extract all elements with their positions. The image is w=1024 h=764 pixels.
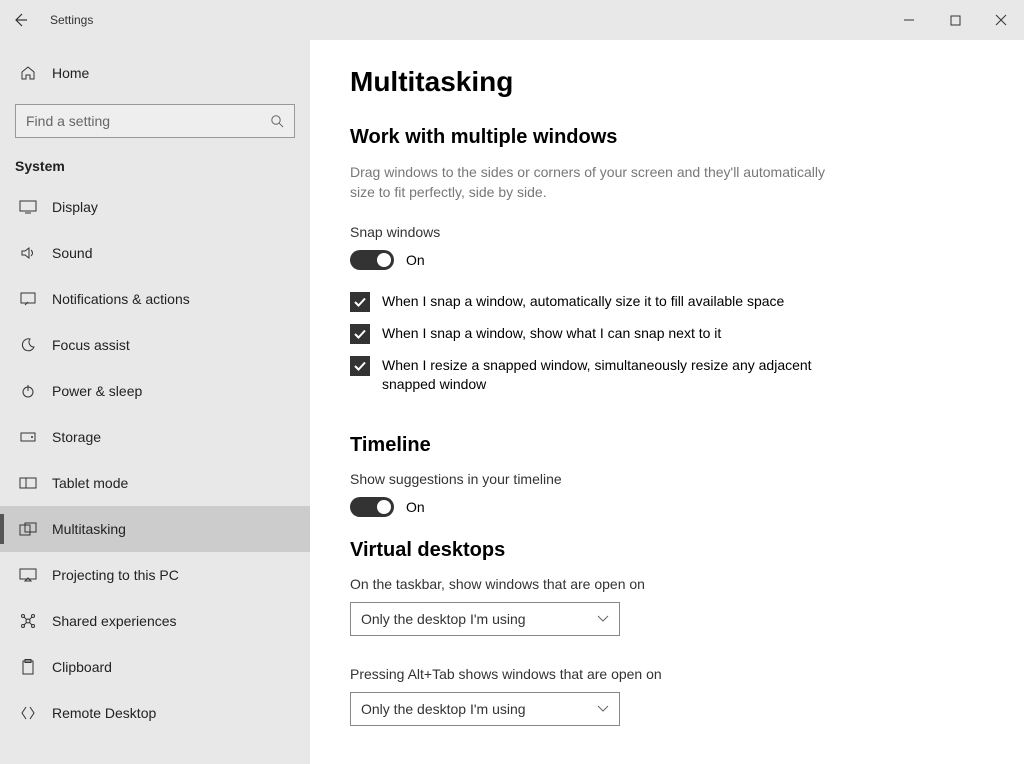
search-input-container[interactable] [15,104,295,138]
vd-alttab-select[interactable]: Only the desktop I'm using [350,692,620,726]
projecting-icon [18,568,38,582]
vd-taskbar-value: Only the desktop I'm using [361,611,526,627]
sidebar-item-label: Storage [52,429,101,445]
remote-desktop-icon [18,706,38,720]
vd-alttab-value: Only the desktop I'm using [361,701,526,717]
section-description: Drag windows to the sides or corners of … [350,163,830,202]
home-icon [18,65,38,81]
chevron-down-icon [597,615,609,623]
sidebar-item-label: Tablet mode [52,475,128,491]
search-icon [270,114,284,128]
nav-list: Display Sound Notifications & actions [0,184,310,736]
checkbox-resize-adjacent-label: When I resize a snapped window, simultan… [382,356,830,394]
sidebar-item-notifications[interactable]: Notifications & actions [0,276,310,322]
display-icon [18,200,38,214]
sidebar-item-tablet-mode[interactable]: Tablet mode [0,460,310,506]
vd-alttab-label: Pressing Alt+Tab shows windows that are … [350,666,984,682]
settings-window: Settings Home [0,0,1024,764]
close-button[interactable] [978,0,1024,40]
checkbox-show-next[interactable] [350,324,370,344]
sidebar-item-power-sleep[interactable]: Power & sleep [0,368,310,414]
window-controls [886,0,1024,40]
main-content: Multitasking Work with multiple windows … [310,40,1024,764]
sidebar-item-label: Clipboard [52,659,112,675]
sidebar-item-focus-assist[interactable]: Focus assist [0,322,310,368]
sidebar-item-label: Remote Desktop [52,705,156,721]
sidebar-item-label: Display [52,199,98,215]
sidebar-item-label: Sound [52,245,92,261]
snap-windows-state: On [406,252,425,268]
snap-windows-toggle[interactable] [350,250,394,270]
vd-taskbar-select[interactable]: Only the desktop I'm using [350,602,620,636]
maximize-button[interactable] [932,0,978,40]
checkbox-auto-size-label: When I snap a window, automatically size… [382,292,784,311]
minimize-button[interactable] [886,0,932,40]
sidebar-home-label: Home [52,65,89,81]
focus-assist-icon [18,337,38,353]
sound-icon [18,246,38,260]
section-heading-timeline: Timeline [350,434,984,457]
vd-taskbar-label: On the taskbar, show windows that are op… [350,576,984,592]
notifications-icon [18,292,38,306]
sidebar-item-label: Shared experiences [52,613,177,629]
sidebar-home[interactable]: Home [0,50,310,96]
multitasking-icon [18,522,38,536]
page-title: Multitasking [350,66,984,98]
sidebar-item-projecting[interactable]: Projecting to this PC [0,552,310,598]
sidebar-item-label: Focus assist [52,337,130,353]
sidebar-item-multitasking[interactable]: Multitasking [0,506,310,552]
sidebar-category: System [0,144,310,184]
chevron-down-icon [597,705,609,713]
shared-icon [18,613,38,629]
sidebar-item-clipboard[interactable]: Clipboard [0,644,310,690]
snap-windows-label: Snap windows [350,224,984,240]
back-button[interactable] [0,0,40,40]
sidebar-item-storage[interactable]: Storage [0,414,310,460]
sidebar-item-sound[interactable]: Sound [0,230,310,276]
checkbox-show-next-label: When I snap a window, show what I can sn… [382,324,721,343]
timeline-suggestions-state: On [406,499,425,515]
sidebar-item-shared-experiences[interactable]: Shared experiences [0,598,310,644]
clipboard-icon [18,659,38,675]
search-input[interactable] [26,113,270,129]
sidebar-item-label: Notifications & actions [52,291,190,307]
checkbox-resize-adjacent[interactable] [350,356,370,376]
sidebar-item-label: Multitasking [52,521,126,537]
sidebar: Home System Display [0,40,310,764]
sidebar-item-label: Projecting to this PC [52,567,179,583]
sidebar-item-label: Power & sleep [52,383,142,399]
power-icon [18,384,38,398]
storage-icon [18,432,38,442]
timeline-suggestions-label: Show suggestions in your timeline [350,471,984,487]
section-heading-virtual-desktops: Virtual desktops [350,539,984,562]
section-heading-windows: Work with multiple windows [350,126,984,149]
sidebar-item-remote-desktop[interactable]: Remote Desktop [0,690,310,736]
timeline-suggestions-toggle[interactable] [350,497,394,517]
tablet-icon [18,477,38,489]
checkbox-auto-size[interactable] [350,292,370,312]
titlebar: Settings [0,0,1024,40]
app-title: Settings [50,13,93,27]
sidebar-item-display[interactable]: Display [0,184,310,230]
